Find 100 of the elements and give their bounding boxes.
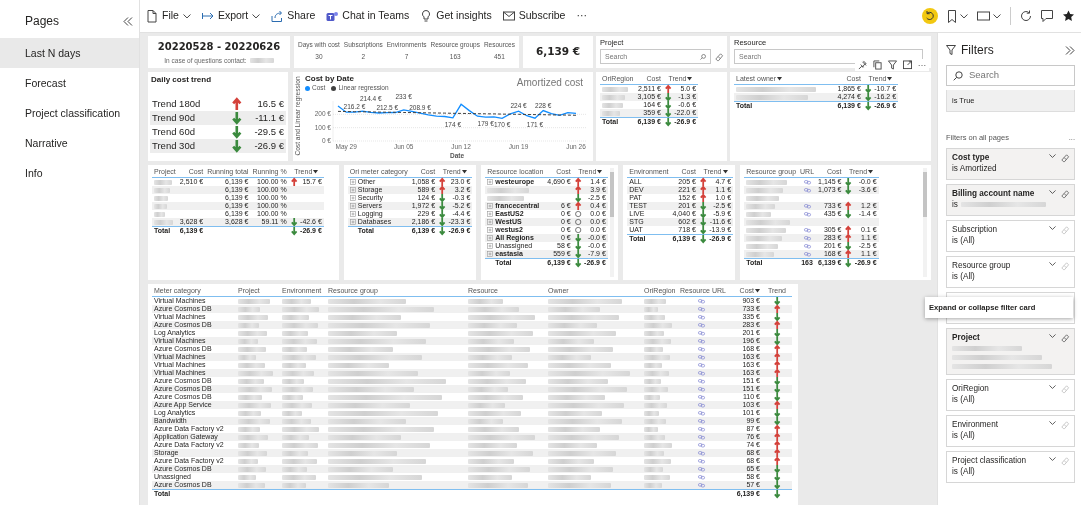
link-icon[interactable] bbox=[697, 330, 705, 336]
expand-icon[interactable] bbox=[349, 203, 356, 209]
link-icon[interactable] bbox=[803, 251, 811, 257]
expand-icon[interactable] bbox=[349, 211, 356, 217]
teams-button[interactable]: Chat in Teams bbox=[326, 8, 410, 24]
expand-icon[interactable] bbox=[487, 227, 494, 233]
filter-card[interactable]: Subscription is (All) bbox=[946, 219, 1075, 252]
link-icon[interactable] bbox=[697, 314, 705, 320]
chevron-down-icon[interactable] bbox=[1049, 261, 1056, 266]
filter-card[interactable]: Project bbox=[946, 327, 1075, 375]
filter-card[interactable]: Billing account name is bbox=[946, 183, 1075, 216]
chevron-down-icon[interactable] bbox=[1049, 456, 1056, 461]
expand-icon[interactable] bbox=[487, 219, 494, 225]
reset-icon[interactable] bbox=[922, 8, 938, 24]
link-icon[interactable] bbox=[803, 203, 811, 209]
link-icon[interactable] bbox=[697, 370, 705, 376]
link-icon[interactable] bbox=[697, 322, 705, 328]
eraser-icon[interactable] bbox=[1061, 189, 1069, 198]
filter-card[interactable]: OriRegion is (All) bbox=[946, 378, 1075, 411]
chevron-down-icon[interactable] bbox=[993, 13, 1001, 19]
link-icon[interactable] bbox=[803, 227, 811, 233]
eraser-icon[interactable] bbox=[1061, 333, 1069, 342]
page-tab[interactable]: Narrative bbox=[0, 128, 139, 158]
expand-icon[interactable] bbox=[487, 203, 494, 209]
scrollbar[interactable] bbox=[923, 168, 927, 277]
link-icon[interactable] bbox=[697, 354, 705, 360]
link-icon[interactable] bbox=[697, 482, 705, 488]
eraser-icon[interactable] bbox=[1061, 153, 1069, 162]
link-icon[interactable] bbox=[803, 211, 811, 217]
chevron-down-icon[interactable] bbox=[1049, 225, 1056, 230]
filter-card[interactable]: Project classification is (All) bbox=[946, 450, 1075, 483]
expand-icon[interactable] bbox=[487, 243, 494, 249]
file-button[interactable]: File bbox=[146, 8, 191, 24]
expand-icon[interactable] bbox=[349, 187, 356, 193]
link-icon[interactable] bbox=[803, 187, 811, 193]
expand-icon[interactable] bbox=[349, 219, 356, 225]
pin-icon[interactable] bbox=[858, 60, 867, 70]
link-icon[interactable] bbox=[697, 386, 705, 392]
link-icon[interactable] bbox=[803, 179, 811, 185]
link-icon[interactable] bbox=[697, 298, 705, 304]
link-icon[interactable] bbox=[697, 346, 705, 352]
collapse-icon[interactable] bbox=[1065, 45, 1075, 55]
chevron-down-icon[interactable] bbox=[1049, 189, 1056, 194]
insights-button[interactable]: Get insights bbox=[420, 8, 492, 24]
eraser-icon[interactable] bbox=[715, 52, 723, 61]
copy-icon[interactable] bbox=[873, 60, 882, 70]
link-icon[interactable] bbox=[697, 410, 705, 416]
link-icon[interactable] bbox=[697, 394, 705, 400]
link-icon[interactable] bbox=[803, 243, 811, 249]
eraser-icon[interactable] bbox=[1061, 456, 1069, 465]
focus-icon[interactable] bbox=[903, 60, 912, 70]
subscribe-button[interactable]: Subscribe bbox=[502, 8, 566, 24]
link-icon[interactable] bbox=[697, 458, 705, 464]
link-icon[interactable] bbox=[697, 426, 705, 432]
filter-card[interactable]: Cost type is Amortized bbox=[946, 147, 1075, 180]
chevron-down-icon[interactable] bbox=[960, 13, 968, 19]
search-field[interactable]: Search bbox=[946, 65, 1075, 86]
chevron-down-icon[interactable] bbox=[1049, 420, 1056, 425]
filter-card[interactable]: Resource group is (All) bbox=[946, 255, 1075, 288]
link-icon[interactable] bbox=[697, 466, 705, 472]
expand-icon[interactable] bbox=[349, 179, 356, 185]
comment-icon[interactable] bbox=[1041, 10, 1053, 22]
refresh-icon[interactable] bbox=[1020, 10, 1032, 22]
expand-icon[interactable] bbox=[487, 179, 494, 185]
expand-icon[interactable] bbox=[487, 211, 494, 217]
link-icon[interactable] bbox=[697, 474, 705, 480]
eraser-icon[interactable] bbox=[1061, 225, 1069, 234]
export-button[interactable]: Export bbox=[201, 8, 261, 24]
link-icon[interactable] bbox=[697, 338, 705, 344]
link-icon[interactable] bbox=[697, 418, 705, 424]
expand-icon[interactable] bbox=[349, 195, 356, 201]
collapse-icon[interactable] bbox=[123, 16, 133, 26]
page-tab[interactable]: Project classification bbox=[0, 98, 139, 128]
scrollbar[interactable] bbox=[610, 168, 615, 277]
link-icon[interactable] bbox=[803, 235, 811, 241]
page-tab[interactable]: Info bbox=[0, 158, 139, 188]
chevron-down-icon[interactable] bbox=[1049, 153, 1056, 158]
bookmark-icon[interactable] bbox=[947, 9, 957, 23]
expand-icon[interactable] bbox=[487, 251, 494, 257]
page-tab[interactable]: Forecast bbox=[0, 68, 139, 98]
link-icon[interactable] bbox=[697, 434, 705, 440]
eraser-icon[interactable] bbox=[1061, 384, 1069, 393]
eraser-icon[interactable] bbox=[1061, 420, 1069, 429]
more-icon[interactable] bbox=[918, 63, 926, 67]
star-icon[interactable] bbox=[1062, 10, 1075, 22]
link-icon[interactable] bbox=[697, 402, 705, 408]
link-icon[interactable] bbox=[697, 442, 705, 448]
more-button[interactable]: ··· bbox=[576, 8, 587, 24]
expand-icon[interactable] bbox=[487, 235, 494, 241]
view-icon[interactable] bbox=[977, 11, 990, 21]
eraser-icon[interactable] bbox=[1061, 261, 1069, 270]
link-icon[interactable] bbox=[697, 306, 705, 312]
chevron-down-icon[interactable] bbox=[1049, 384, 1056, 389]
chevron-down-icon[interactable] bbox=[1049, 333, 1056, 338]
link-icon[interactable] bbox=[697, 378, 705, 384]
share-button[interactable]: Share bbox=[271, 8, 316, 24]
link-icon[interactable] bbox=[697, 450, 705, 456]
filter-icon[interactable] bbox=[888, 60, 897, 70]
page-tab[interactable]: Last N days bbox=[0, 38, 139, 68]
link-icon[interactable] bbox=[697, 362, 705, 368]
